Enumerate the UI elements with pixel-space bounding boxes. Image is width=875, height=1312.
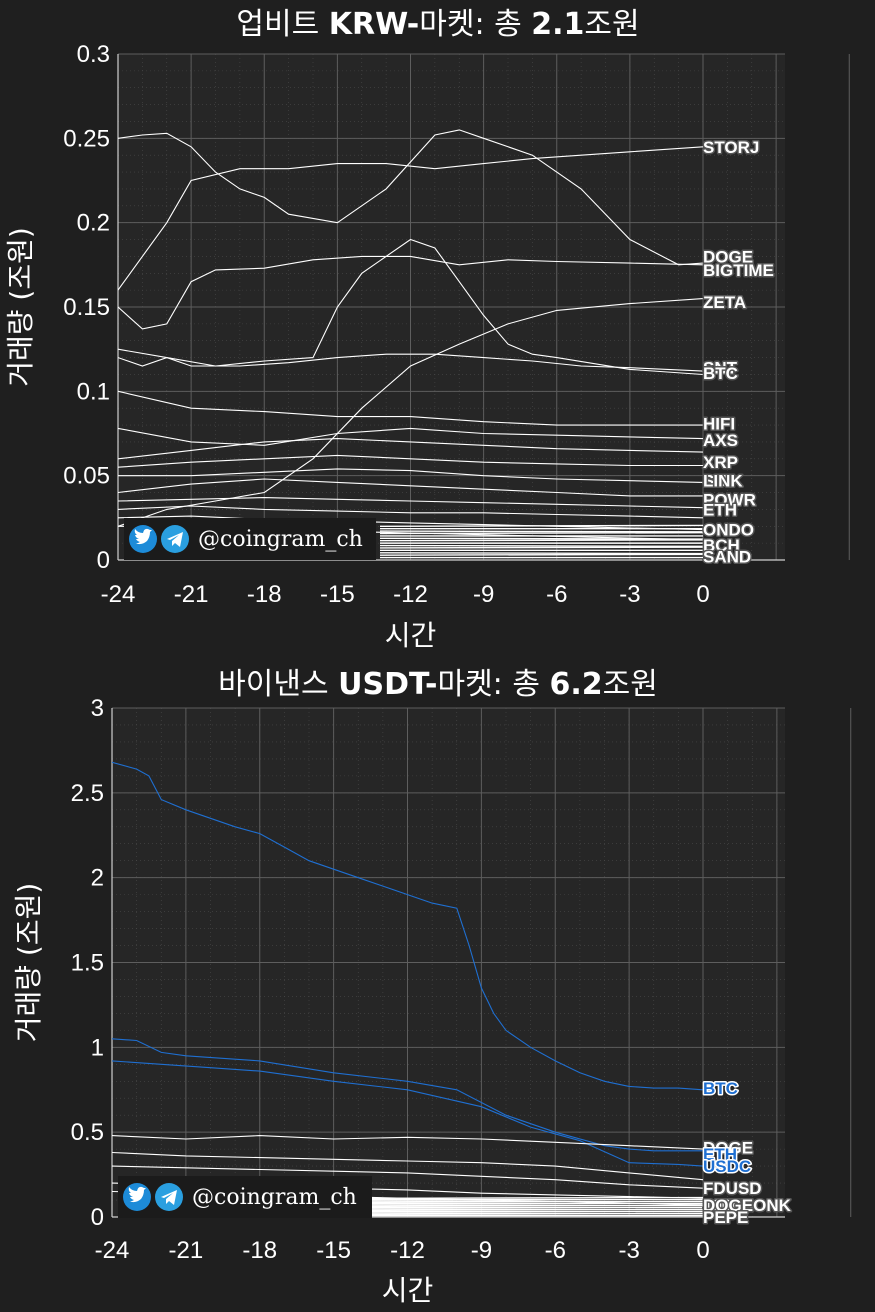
chart-title-part: 바이낸스 [218,667,338,702]
y-tick-label: 2 [91,865,104,892]
series-end-label: PEPE [703,1208,748,1227]
x-axis-label: 시간 [382,1274,434,1307]
y-tick-label: 0 [91,1204,104,1231]
upbit-krw-chart: -24 -21 -18 -15 -12 -9 -6 -3 0 0 0.05 0.1 0.15 0.2 0.2… [4,7,850,652]
small-volume-series-line [379,552,704,555]
small-volume-series-line [371,1204,704,1208]
series-end-label: BTC [703,1079,738,1098]
small-volume-series-line [379,537,704,540]
series-end-label: SAND [703,548,751,567]
series-end-label: AXS [703,431,738,450]
small-volume-series-line [379,546,704,549]
x-tick-label: 0 [696,581,709,608]
series-end-label: ZETA [703,293,746,312]
series-end-label: ETH [703,500,737,519]
y-tick-label: 0.5 [71,1119,104,1146]
x-tick-label: -3 [618,1237,639,1264]
x-tick-label: -15 [316,1237,351,1264]
x-tick-label: -15 [320,581,355,608]
chart-title: 업비트 KRW-마켓: 총 2.1조원 [236,7,639,42]
x-tick-label: -12 [390,1237,425,1264]
x-tick-label: -9 [473,581,494,608]
y-tick-label: 0 [97,547,110,574]
small-volume-series-line [379,530,704,533]
chart-title-part: 조원 [603,667,658,702]
y-axis-label: 거래량 (조원) [12,883,45,1043]
y-tick-label: 0.05 [63,463,110,490]
chart-title-part: 조원 [584,7,639,42]
small-volume-series-line [379,553,704,556]
watermark: @coingram_ch [124,518,376,560]
x-tick-label: -6 [546,581,567,608]
chart-canvas: -24 -21 -18 -15 -12 -9 -6 -3 0 0 0.05 0.1 0.15 0.2 0.2… [4,7,852,1307]
x-tick-label: -3 [619,581,640,608]
series-end-label: XRP [703,453,738,472]
x-tick-label: -18 [247,581,282,608]
chart-title-part: KRW- [329,7,420,42]
y-tick-label: 0.25 [63,125,110,152]
small-volume-series-line [379,539,704,542]
small-volume-series-line [371,1196,704,1200]
y-tick-label: 3 [91,695,104,722]
watermark: @coingram_ch [118,1176,372,1218]
x-tick-label: -12 [393,581,428,608]
y-tick-label: 1 [91,1034,104,1061]
chart-title-part: 업비트 [236,7,328,42]
small-volume-series-line [371,1212,704,1216]
series-end-label: BTC [703,364,738,383]
small-volume-series-line [371,1208,704,1212]
series-end-label: USDC [703,1157,751,1176]
small-volume-series-line [379,524,704,527]
chart-title-part: 마켓: 총 [419,7,531,42]
x-tick-label: 0 [696,1237,709,1264]
y-tick-label: 0.3 [77,41,110,68]
chart-title-part: USDT- [338,667,437,702]
x-tick-label: -21 [169,1237,204,1264]
y-tick-label: 0.15 [63,294,110,321]
small-volume-series-line [379,531,704,535]
x-tick-label: -21 [174,581,209,608]
watermark-handle: @coingram_ch [192,1185,357,1210]
chart-title-part: 6.2 [549,667,602,702]
small-volume-series-line [379,544,704,548]
x-tick-label: -9 [471,1237,492,1264]
chart-title-part: 마켓: 총 [437,667,549,702]
y-tick-label: 0.1 [77,378,110,405]
x-axis-label: 시간 [385,619,437,652]
small-volume-series-line [371,1200,704,1204]
series-end-label: STORJ [703,138,759,157]
series-end-label: BIGTIME [703,261,774,280]
y-tick-label: 0.2 [77,210,110,237]
series-end-label: LINK [703,472,743,491]
x-tick-label: -18 [242,1237,277,1264]
y-tick-label: 1.5 [71,950,104,977]
x-tick-label: -24 [95,1237,130,1264]
y-axis-label: 거래량 (조원) [4,227,37,387]
x-tick-label: -6 [545,1237,566,1264]
y-tick-label: 2.5 [71,780,104,807]
chart-title: 바이낸스 USDT-마켓: 총 6.2조원 [218,667,658,702]
chart-title-part: 2.1 [531,7,584,42]
binance-usdt-chart: -24 -21 -18 -15 -12 -9 -6 -3 0 0 0.5 1 1.5 2 2.5 3 시간 거래량… [12,667,852,1307]
x-tick-label: -24 [101,581,136,608]
watermark-handle: @coingram_ch [198,527,363,552]
